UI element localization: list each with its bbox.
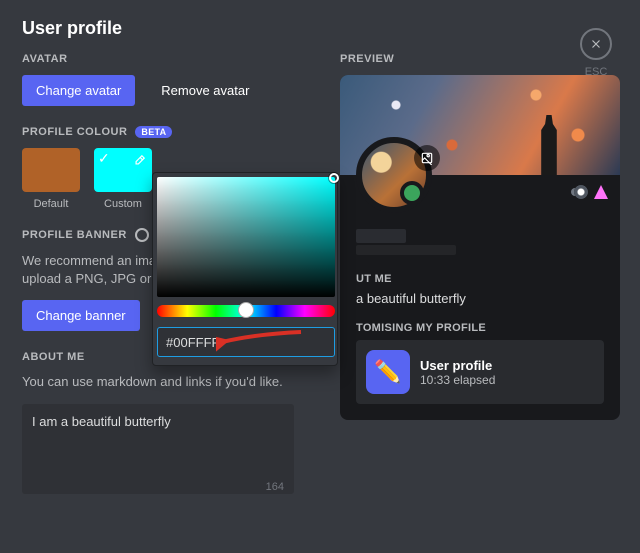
- avatar-section-label: AVATAR: [22, 53, 312, 65]
- profile-colour-section-label: PROFILE COLOUR BETA: [22, 126, 312, 138]
- preview-username: [356, 229, 406, 243]
- preview-about-label: UT ME: [356, 273, 604, 285]
- remove-avatar-button[interactable]: Remove avatar: [147, 75, 263, 106]
- preview-about-text: a beautiful butterfly: [356, 291, 604, 306]
- hue-thumb[interactable]: [238, 302, 254, 318]
- profile-banner-label-text: PROFILE BANNER: [22, 229, 127, 241]
- beta-badge: BETA: [135, 126, 172, 138]
- preview-section-label: PREVIEW: [340, 53, 620, 65]
- about-me-char-count: 164: [266, 481, 284, 493]
- hue-slider[interactable]: [157, 305, 335, 317]
- about-me-textarea[interactable]: [22, 404, 294, 494]
- custom-swatch-label: Custom: [94, 198, 152, 210]
- profile-colour-default-swatch[interactable]: [22, 148, 80, 192]
- activity-title: User profile: [420, 358, 495, 373]
- default-swatch-label: Default: [22, 198, 80, 210]
- profile-preview-card: UT ME a beautiful butterfly TOMISING MY …: [340, 75, 620, 420]
- preview-tag: [356, 245, 456, 255]
- page-title: User profile: [22, 18, 618, 39]
- activity-pencil-icon: ✏️: [366, 350, 410, 394]
- close-label: ESC: [580, 66, 612, 78]
- preview-customising-label: TOMISING MY PROFILE: [356, 322, 604, 334]
- edit-banner-button[interactable]: [414, 145, 440, 171]
- close-button[interactable]: [580, 28, 612, 60]
- saturation-field[interactable]: [157, 177, 335, 297]
- badge-nitro-icon: [574, 185, 588, 199]
- activity-elapsed: 10:33 elapsed: [420, 373, 495, 387]
- banner-figure: [536, 115, 562, 175]
- color-picker-popover: [152, 172, 338, 366]
- saturation-thumb[interactable]: [329, 173, 339, 183]
- activity-card: ✏️ User profile 10:33 elapsed: [356, 340, 604, 404]
- check-icon: ✓: [98, 150, 110, 167]
- eyedropper-icon: [132, 154, 146, 171]
- profile-colour-custom-swatch[interactable]: ✓: [94, 148, 152, 192]
- change-avatar-button[interactable]: Change avatar: [22, 75, 135, 106]
- nitro-badge-icon: [135, 228, 149, 242]
- profile-colour-label-text: PROFILE COLOUR: [22, 126, 127, 138]
- change-banner-button[interactable]: Change banner: [22, 300, 140, 331]
- hex-input[interactable]: [157, 327, 335, 357]
- badge-boost-icon: [594, 185, 608, 199]
- about-me-help-text: You can use markdown and links if you'd …: [22, 373, 312, 391]
